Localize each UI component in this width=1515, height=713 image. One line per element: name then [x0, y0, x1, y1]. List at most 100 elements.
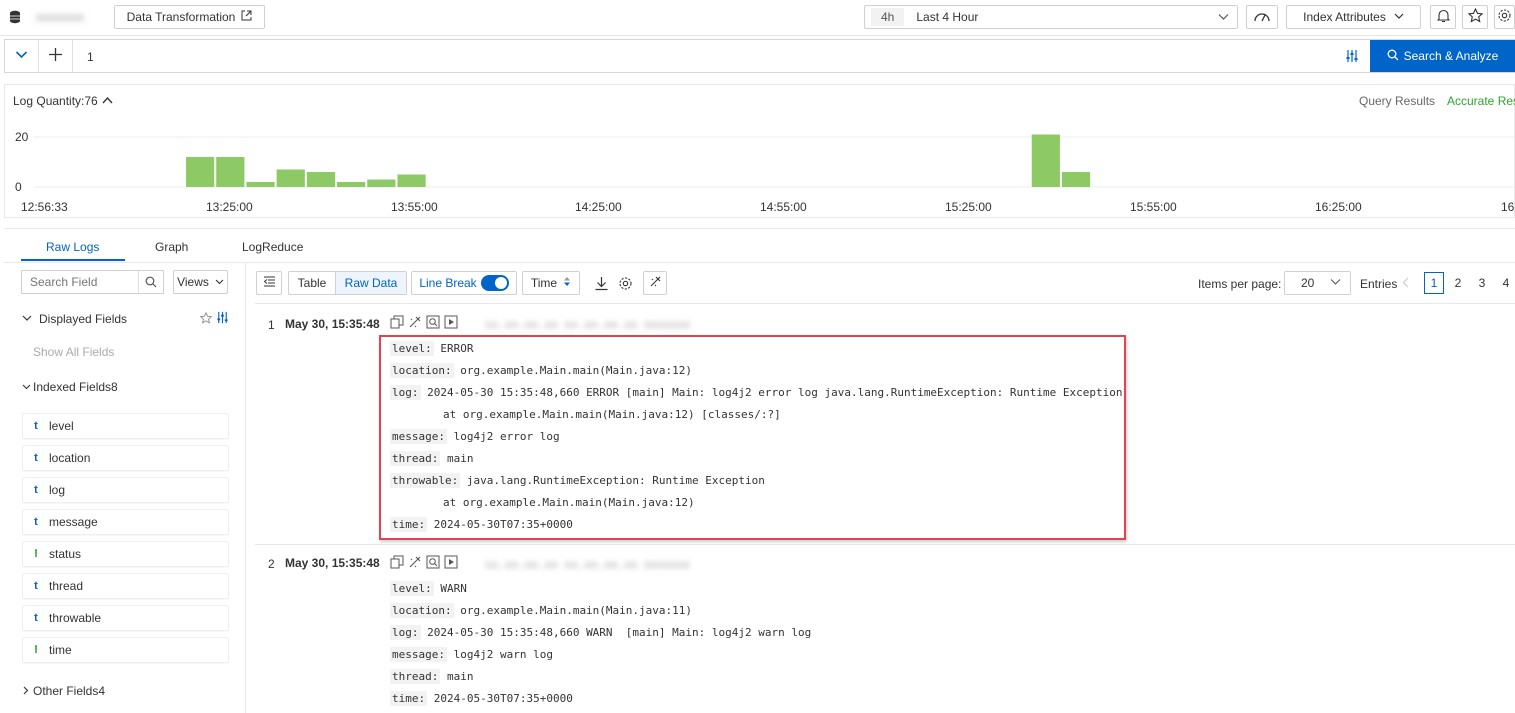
- log-field-key[interactable]: thread:: [390, 669, 441, 684]
- field-item-thread[interactable]: t thread: [22, 573, 229, 599]
- raw-data-view-button[interactable]: Raw Data: [336, 272, 406, 294]
- field-item-status[interactable]: l status: [22, 541, 229, 567]
- log-field-key[interactable]: level:: [390, 581, 434, 596]
- download-icon[interactable]: [594, 276, 609, 294]
- gauge-button[interactable]: [1246, 5, 1278, 29]
- index-attributes-button[interactable]: Index Attributes: [1286, 5, 1421, 29]
- search-analyze-button[interactable]: Search & Analyze: [1370, 40, 1515, 72]
- search-icon[interactable]: [138, 271, 163, 293]
- field-item-message[interactable]: t message: [22, 509, 229, 535]
- log-field-line: message: log4j2 error log: [390, 429, 560, 444]
- collapse-sidebar-button[interactable]: [256, 271, 282, 295]
- histogram-bar: [276, 169, 305, 187]
- log-source: xx.xx.xx.xx xx.xx.xx.xx xxxxxxx: [485, 558, 691, 571]
- tab-graph[interactable]: Graph: [155, 240, 188, 254]
- context-icon[interactable]: [426, 555, 440, 572]
- log-field-value[interactable]: log4j2 error log: [447, 430, 560, 443]
- data-transformation-label: Data Transformation: [126, 10, 236, 24]
- page-2[interactable]: 2: [1448, 272, 1468, 294]
- tool-icon[interactable]: [408, 315, 422, 332]
- log-field-value[interactable]: ERROR: [434, 342, 473, 355]
- play-icon[interactable]: [444, 555, 458, 572]
- log-field-value[interactable]: main: [440, 452, 474, 465]
- x-tick-label: 16:: [1501, 200, 1514, 214]
- field-item-log[interactable]: t log: [22, 477, 229, 503]
- query-editor[interactable]: [105, 42, 1335, 70]
- log-field-key[interactable]: log:: [390, 385, 421, 400]
- log-field-value[interactable]: at org.example.Main.main(Main.java:12): [390, 496, 695, 509]
- log-field-line: thread: main: [390, 451, 474, 466]
- query-bar: 1 Search & Analyze: [4, 39, 1515, 73]
- field-type-badge: t: [34, 420, 38, 432]
- log-field-value[interactable]: WARN: [434, 582, 467, 595]
- log-field-value[interactable]: org.example.Main.main(Main.java:11): [454, 604, 692, 617]
- other-fields-header[interactable]: Other Fields4: [22, 684, 105, 698]
- field-item-location[interactable]: t location: [22, 445, 229, 471]
- page-4[interactable]: 4: [1496, 272, 1515, 294]
- log-field-key[interactable]: time:: [390, 517, 428, 532]
- log-field-key[interactable]: throwable:: [390, 473, 461, 488]
- log-field-value[interactable]: 2024-05-30 15:35:48,660 ERROR [main] Mai…: [421, 386, 1122, 399]
- project-name[interactable]: xxxxxxxx: [36, 10, 84, 24]
- log-field-key[interactable]: level:: [390, 341, 434, 356]
- gear-icon[interactable]: [618, 276, 633, 294]
- log-field-value[interactable]: 2024-05-30T07:35+0000: [427, 692, 573, 705]
- field-settings-icon[interactable]: [216, 311, 229, 327]
- show-all-fields-link[interactable]: Show All Fields: [33, 345, 114, 359]
- log-field-value[interactable]: 2024-05-30 15:35:48,660 WARN [main] Main…: [421, 626, 811, 639]
- log-field-line: location: org.example.Main.main(Main.jav…: [390, 363, 692, 378]
- log-field-key[interactable]: location:: [390, 363, 454, 378]
- add-query-button[interactable]: [39, 40, 73, 72]
- log-field-line: log: 2024-05-30 15:35:48,660 ERROR [main…: [390, 385, 1123, 400]
- displayed-fields-header[interactable]: Displayed Fields: [22, 312, 127, 326]
- collapse-toggle[interactable]: [5, 40, 39, 72]
- log-quantity-toggle[interactable]: Log Quantity:76: [13, 94, 113, 108]
- data-transformation-button[interactable]: Data Transformation: [114, 5, 265, 29]
- log-field-value[interactable]: 2024-05-30T07:35+0000: [427, 518, 573, 531]
- search-field-input[interactable]: [22, 272, 138, 292]
- line-break-toggle[interactable]: Line Break: [411, 271, 517, 295]
- field-item-time[interactable]: l time: [22, 637, 229, 663]
- star-icon[interactable]: [199, 311, 213, 327]
- time-sort-button[interactable]: Time: [522, 271, 580, 295]
- log-field-value[interactable]: org.example.Main.main(Main.java:12): [454, 364, 692, 377]
- alert-button[interactable]: [1430, 5, 1456, 29]
- tab-logreduce[interactable]: LogReduce: [242, 240, 303, 254]
- copy-icon[interactable]: [390, 555, 404, 572]
- page-3[interactable]: 3: [1472, 272, 1492, 294]
- log-field-key[interactable]: message:: [390, 647, 447, 662]
- query-results-label[interactable]: Query Results: [1359, 94, 1435, 108]
- tab-raw-logs[interactable]: Raw Logs: [46, 240, 99, 254]
- play-icon[interactable]: [444, 315, 458, 332]
- log-field-key[interactable]: time:: [390, 691, 428, 706]
- copy-icon[interactable]: [390, 315, 404, 332]
- time-range-picker[interactable]: 4h Last 4 Hour: [864, 5, 1238, 29]
- log-histogram-chart[interactable]: 20 0 12:56:33 13:25:00 13:55:00 14:25:00 14:55…: [5, 115, 1514, 217]
- log-field-value[interactable]: java.lang.RuntimeException: Runtime Exce…: [460, 474, 765, 487]
- log-field-key[interactable]: log:: [390, 625, 421, 640]
- field-item-level[interactable]: t level: [22, 413, 229, 439]
- items-per-page-select[interactable]: 20: [1284, 271, 1351, 295]
- log-field-key[interactable]: thread:: [390, 451, 441, 466]
- views-dropdown[interactable]: Views: [173, 270, 228, 294]
- tool-icon[interactable]: [408, 555, 422, 572]
- chevron-down-icon: [15, 48, 28, 64]
- accurate-results-label[interactable]: Accurate Res: [1447, 94, 1515, 108]
- mask-button[interactable]: [643, 271, 667, 295]
- field-type-badge: t: [34, 580, 38, 592]
- log-field-value[interactable]: main: [440, 670, 474, 683]
- favorite-button[interactable]: [1462, 5, 1488, 29]
- log-field-key[interactable]: location:: [390, 603, 454, 618]
- table-view-button[interactable]: Table: [289, 272, 336, 294]
- context-icon[interactable]: [426, 315, 440, 332]
- settings-button[interactable]: [1494, 5, 1515, 29]
- log-field-value[interactable]: at org.example.Main.main(Main.java:12) […: [390, 408, 781, 421]
- indexed-fields-header[interactable]: Indexed Fields8: [22, 380, 118, 394]
- histogram-bar: [306, 172, 336, 187]
- page-1[interactable]: 1: [1424, 272, 1444, 294]
- query-settings-icon[interactable]: [1345, 49, 1359, 66]
- field-item-throwable[interactable]: t throwable: [22, 605, 229, 631]
- prev-page-icon[interactable]: [1402, 277, 1410, 291]
- log-field-value[interactable]: log4j2 warn log: [447, 648, 553, 661]
- log-field-key[interactable]: message:: [390, 429, 447, 444]
